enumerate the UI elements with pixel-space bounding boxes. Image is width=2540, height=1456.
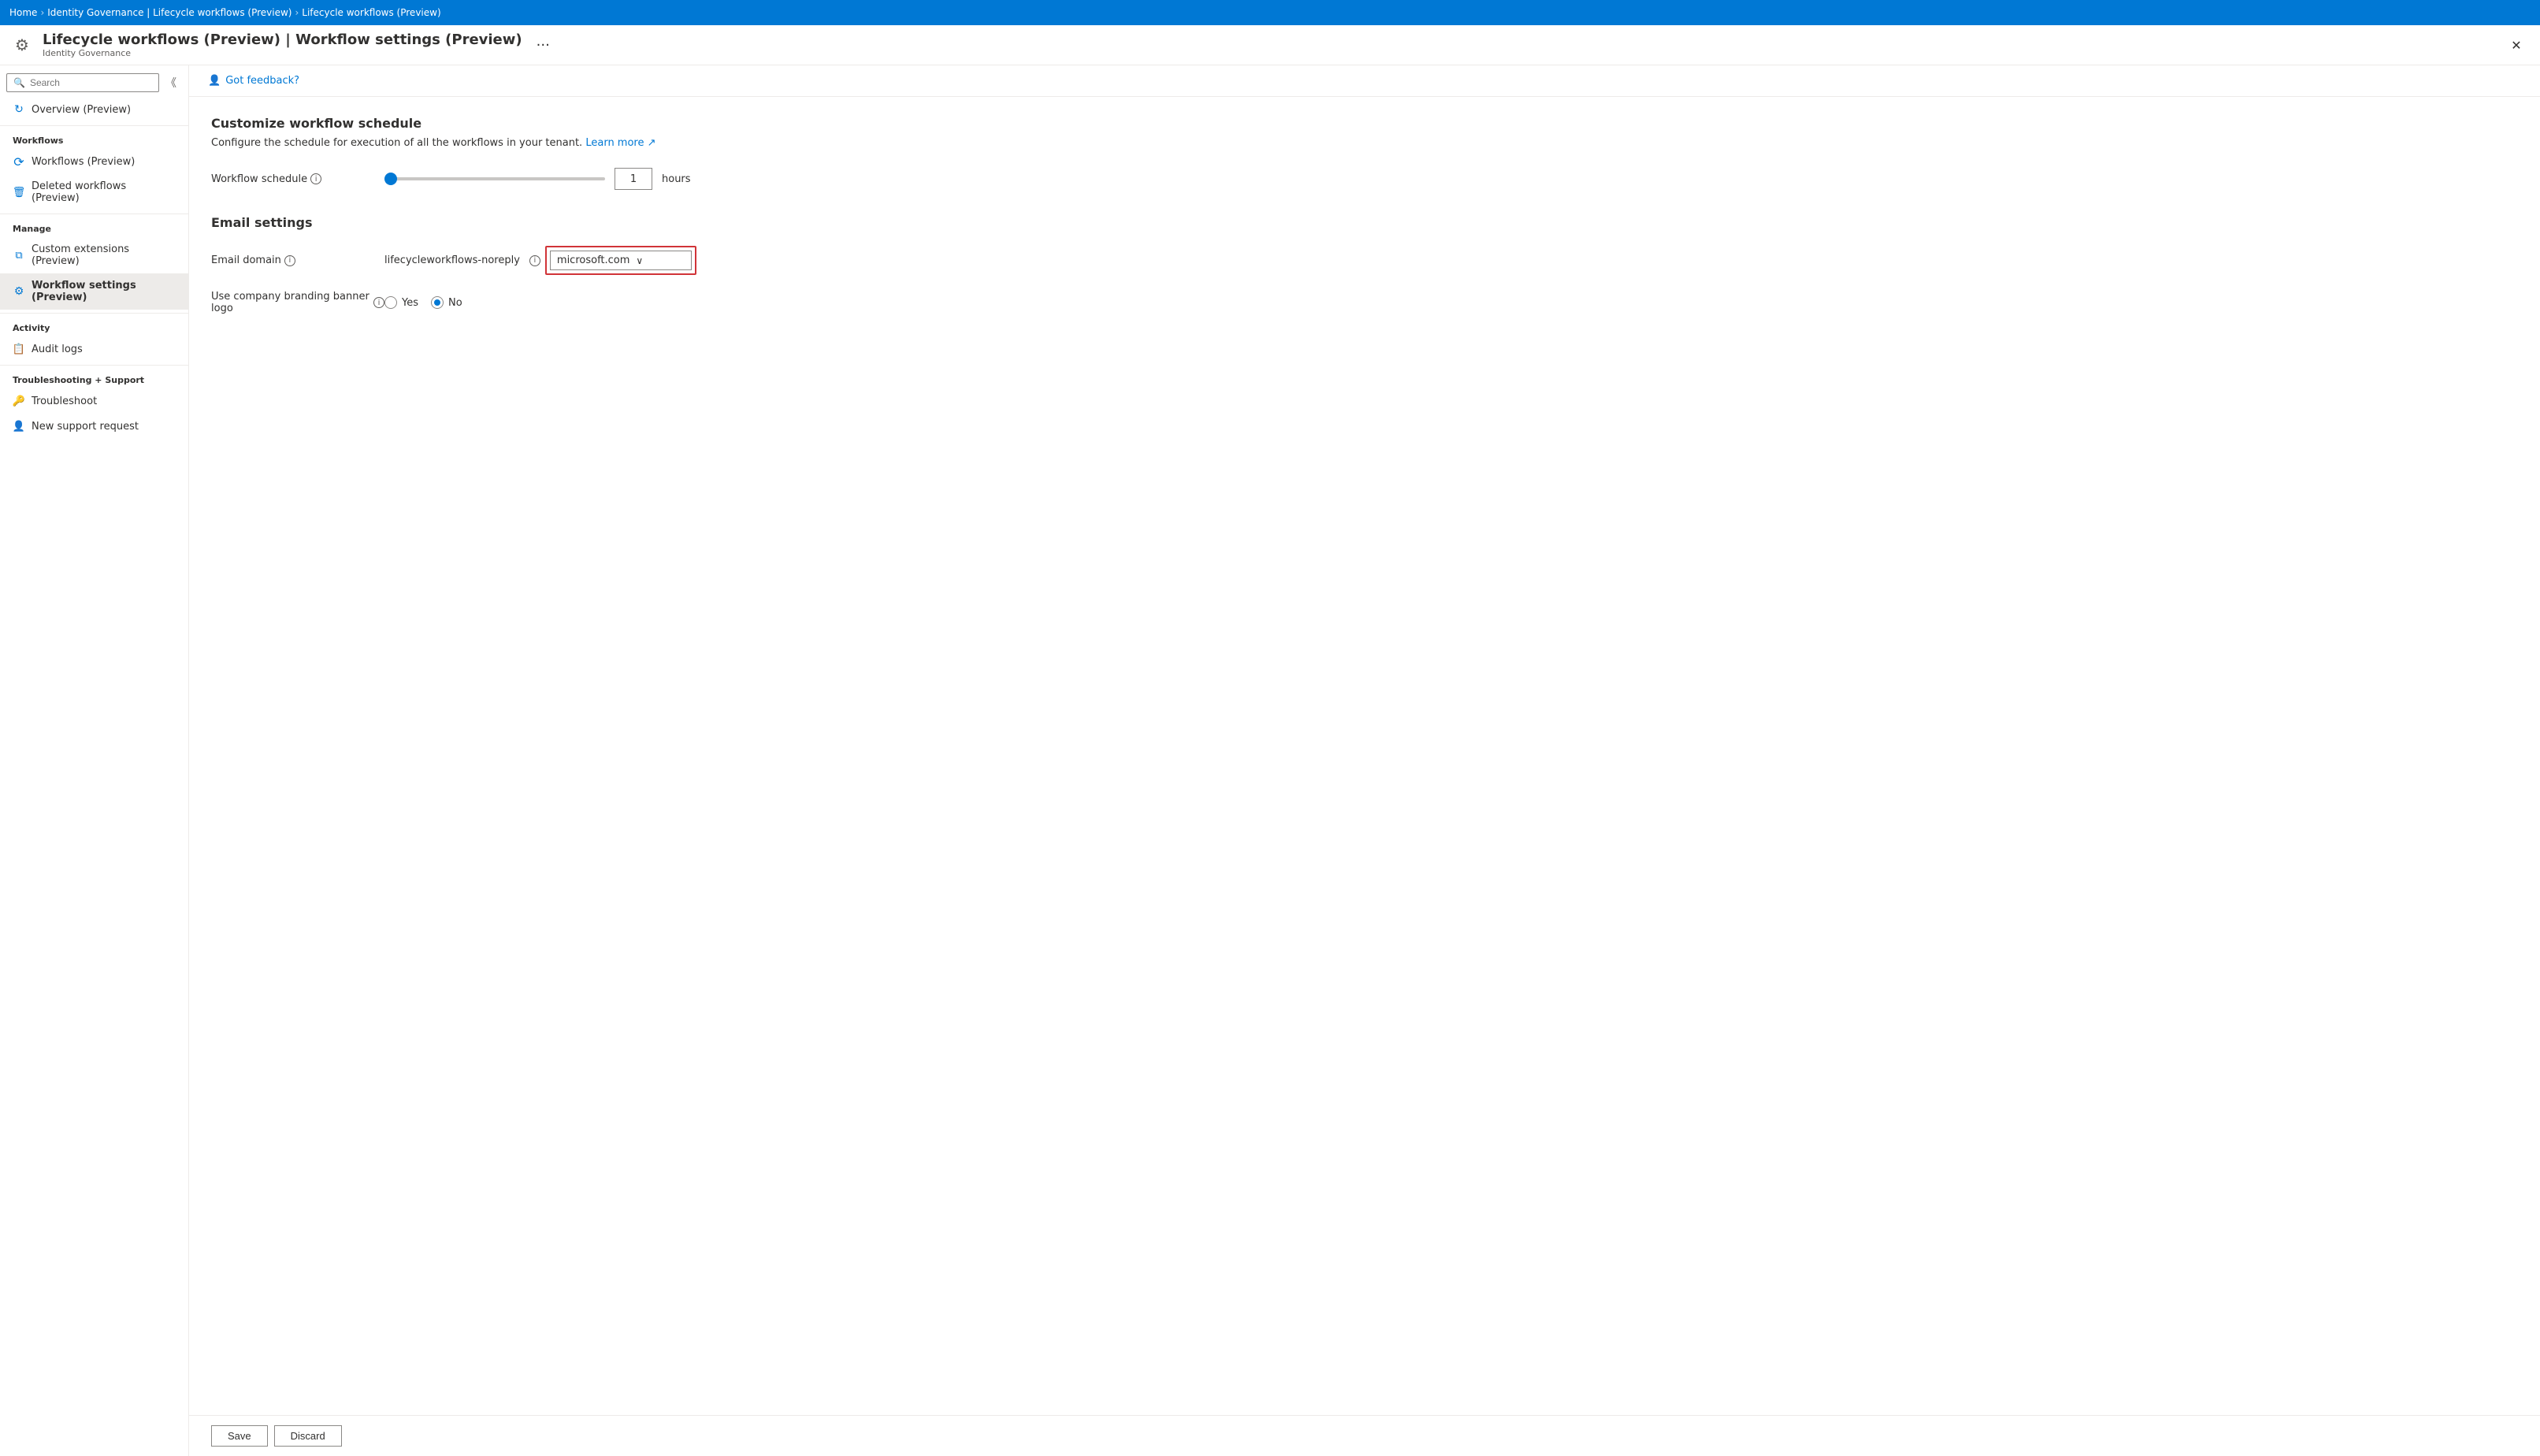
overview-icon: ↻ [13,103,25,116]
branding-radio-group: Yes No [384,296,462,309]
email-domain-info-icon[interactable]: i [284,255,295,266]
breadcrumb-lifecycle[interactable]: Lifecycle workflows (Preview) [302,7,440,18]
workflow-schedule-row: Workflow schedule i 1 hours [211,168,2518,190]
sidebar-item-deleted-workflows[interactable]: 🗑 Deleted workflows (Preview) [0,174,188,210]
main-toolbar: 👤 Got feedback? [189,65,2540,97]
customize-title: Customize workflow schedule [211,116,2518,131]
header-gear-icon: ⚙ [9,32,35,58]
sidebar-item-workflow-settings-label: Workflow settings (Preview) [32,280,176,303]
email-domain-row: Email domain i lifecycleworkflows-norepl… [211,246,2518,275]
breadcrumb-sep-1: › [40,7,44,18]
search-row: 🔍 《 [0,65,188,94]
branding-label: Use company branding banner logo i [211,291,384,314]
deleted-workflows-icon: 🗑 [13,186,25,199]
email-prefix: lifecycleworkflows-noreply [384,254,520,266]
branding-yes-option[interactable]: Yes [384,296,418,309]
header-left: ⚙ Lifecycle workflows (Preview) | Workfl… [9,32,556,58]
branding-no-option[interactable]: No [431,296,462,309]
learn-more-link[interactable]: Learn more ↗ [585,137,655,149]
sidebar: 🔍 《 ↻ Overview (Preview) Workflows ⟳ Wor… [0,65,189,1456]
branding-no-label: No [448,297,462,309]
sidebar-item-deleted-workflows-label: Deleted workflows (Preview) [32,180,176,204]
sidebar-item-new-support-label: New support request [32,421,139,433]
workflows-icon: ⟳ [13,155,25,168]
footer: Save Discard [189,1415,2540,1456]
settings-form: Customize workflow schedule Configure th… [189,97,2540,1415]
search-input[interactable] [30,77,152,88]
custom-extensions-icon: ⧉ [13,249,25,262]
page-subtitle: Identity Governance [43,48,522,58]
dropdown-arrow-icon: ∨ [636,255,643,266]
sidebar-item-troubleshoot[interactable]: 🔑 Troubleshoot [0,388,188,414]
sidebar-item-custom-extensions-label: Custom extensions (Preview) [32,243,176,267]
sidebar-item-audit-logs[interactable]: 📋 Audit logs [0,336,188,362]
slider-unit: hours [662,173,691,185]
sidebar-item-audit-logs-label: Audit logs [32,344,83,355]
section-header-workflows: Workflows [0,125,188,149]
section-header-troubleshoot: Troubleshooting + Support [0,365,188,388]
section-header-activity: Activity [0,313,188,336]
schedule-slider[interactable] [384,177,605,180]
slider-value: 1 [615,168,652,190]
collapse-sidebar-button[interactable]: 《 [159,72,183,94]
branding-yes-label: Yes [402,297,418,309]
customize-desc: Configure the schedule for execution of … [211,137,2518,149]
sidebar-item-workflows[interactable]: ⟳ Workflows (Preview) [0,149,188,174]
slider-container: 1 hours [384,168,691,190]
search-box[interactable]: 🔍 [6,73,159,92]
workflow-schedule-info-icon[interactable]: i [310,173,321,184]
branding-info-icon[interactable]: i [373,297,384,308]
branding-row: Use company branding banner logo i Yes N… [211,291,2518,314]
breadcrumb-identity-governance[interactable]: Identity Governance | Lifecycle workflow… [47,7,292,18]
sidebar-item-workflows-label: Workflows (Preview) [32,156,135,168]
sidebar-item-new-support[interactable]: 👤 New support request [0,414,188,439]
sidebar-item-custom-extensions[interactable]: ⧉ Custom extensions (Preview) [0,237,188,273]
sidebar-item-workflow-settings[interactable]: ⚙ Workflow settings (Preview) [0,273,188,310]
sidebar-item-troubleshoot-label: Troubleshoot [32,396,97,407]
feedback-icon: 👤 [208,75,221,87]
workflow-schedule-label: Workflow schedule i [211,173,384,185]
main-content-area: 👤 Got feedback? Customize workflow sched… [189,65,2540,1456]
sidebar-item-overview-label: Overview (Preview) [32,104,131,116]
email-settings-section: Email settings Email domain i lifecyclew… [211,215,2518,314]
feedback-button[interactable]: 👤 Got feedback? [202,72,306,90]
close-button[interactable]: ✕ [2505,34,2527,56]
email-domain-highlight: microsoft.com ∨ [545,246,696,275]
more-options-button[interactable]: ··· [530,34,556,57]
email-domain-label: Email domain i [211,254,384,266]
troubleshoot-icon: 🔑 [13,395,25,407]
breadcrumb-sep-2: › [295,7,299,18]
domain-value: microsoft.com [557,254,630,266]
header-title-block: Lifecycle workflows (Preview) | Workflow… [43,32,522,58]
workflow-schedule-section: Customize workflow schedule Configure th… [211,116,2518,190]
email-domain-control: lifecycleworkflows-noreply i microsoft.c… [384,246,696,275]
page-title: Lifecycle workflows (Preview) | Workflow… [43,32,522,48]
branding-no-radio[interactable] [431,296,444,309]
email-prefix-info-icon[interactable]: i [529,255,540,266]
audit-logs-icon: 📋 [13,343,25,355]
feedback-label: Got feedback? [225,75,299,87]
domain-select-dropdown[interactable]: microsoft.com ∨ [550,251,692,270]
section-header-manage: Manage [0,214,188,237]
discard-button[interactable]: Discard [274,1425,342,1447]
breadcrumb: Home › Identity Governance | Lifecycle w… [9,7,441,18]
new-support-icon: 👤 [13,420,25,433]
top-bar: Home › Identity Governance | Lifecycle w… [0,0,2540,25]
page-header: ⚙ Lifecycle workflows (Preview) | Workfl… [0,25,2540,65]
save-button[interactable]: Save [211,1425,268,1447]
sidebar-nav: ↻ Overview (Preview) Workflows ⟳ Workflo… [0,94,188,442]
breadcrumb-home[interactable]: Home [9,7,37,18]
branding-yes-radio[interactable] [384,296,397,309]
workflow-settings-icon: ⚙ [13,285,25,298]
search-icon: 🔍 [13,77,25,88]
sidebar-item-overview[interactable]: ↻ Overview (Preview) [0,97,188,122]
email-section-title: Email settings [211,215,2518,230]
